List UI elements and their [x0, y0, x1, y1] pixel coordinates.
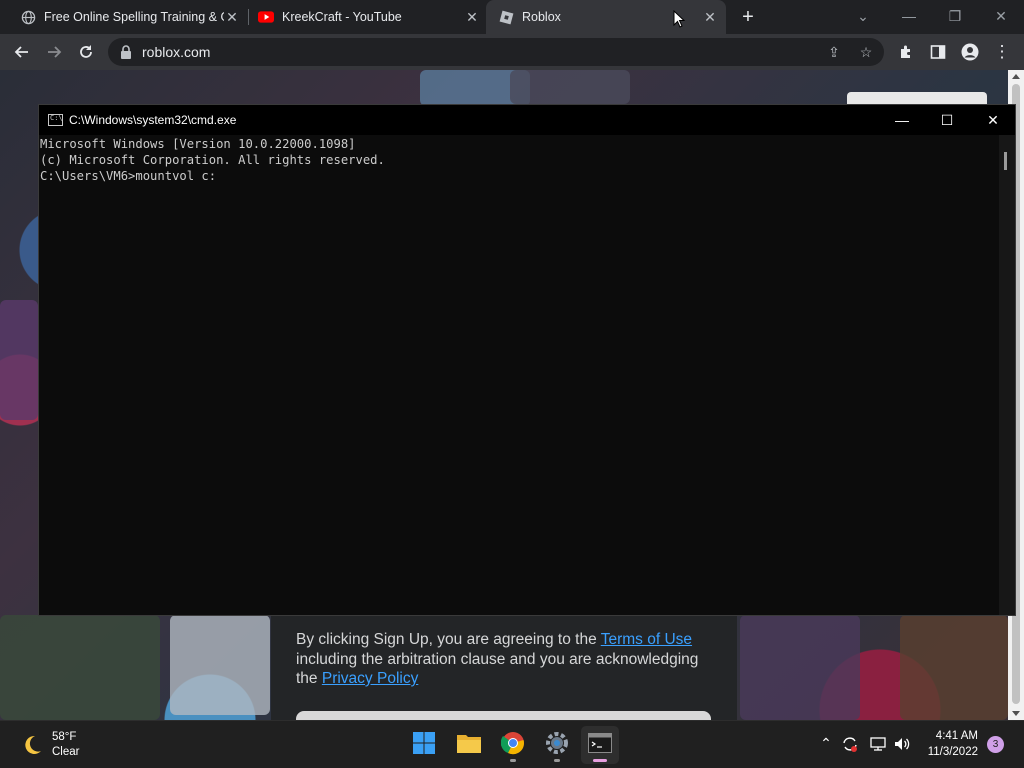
url-text: roblox.com	[142, 44, 211, 60]
moon-weather-icon[interactable]	[20, 733, 44, 757]
file-explorer-button[interactable]	[450, 726, 488, 764]
sync-icon[interactable]	[840, 735, 860, 755]
close-tab-icon[interactable]: ✕	[702, 9, 718, 26]
sign-up-button[interactable]	[296, 711, 711, 720]
browser-tab-strip: Free Online Spelling Training & G ✕ Kree…	[0, 0, 1024, 34]
new-tab-button[interactable]: +	[736, 5, 760, 29]
cmd-scrollbar[interactable]	[999, 135, 1015, 615]
mouse-cursor-icon	[673, 9, 686, 28]
notification-badge[interactable]: 3	[987, 736, 1004, 753]
minimize-icon[interactable]: —	[886, 2, 932, 30]
signup-panel: By clicking Sign Up, you are agreeing to…	[271, 615, 737, 720]
background-tile	[510, 70, 630, 104]
terms-of-use-link[interactable]: Terms of Use	[601, 631, 692, 648]
running-indicator	[554, 759, 560, 762]
globe-icon	[20, 9, 36, 25]
roblox-icon	[498, 9, 514, 25]
cmd-minimize-icon[interactable]: —	[879, 105, 925, 135]
folder-icon	[456, 732, 482, 759]
browser-toolbar: roblox.com ⇪ ☆ ⋮	[0, 34, 1024, 70]
youtube-icon	[258, 9, 274, 25]
terminal-taskbar-button[interactable]	[581, 726, 619, 764]
weather-condition[interactable]: Clear	[52, 746, 79, 758]
cmd-icon-text: C:\	[50, 114, 63, 122]
windows-logo-icon	[412, 731, 436, 760]
reload-icon[interactable]	[72, 38, 100, 66]
background-tile	[0, 615, 160, 720]
cmd-prompt-line[interactable]: C:\Users\VM6>mountvol c:	[40, 168, 999, 184]
clock-date[interactable]: 11/3/2022	[920, 746, 978, 758]
tab-roblox[interactable]: Roblox ✕	[486, 0, 726, 34]
close-window-icon[interactable]: ✕	[978, 2, 1024, 30]
privacy-policy-link[interactable]: Privacy Policy	[322, 670, 418, 687]
address-bar[interactable]: roblox.com ⇪ ☆	[108, 38, 884, 66]
menu-kebab-icon[interactable]: ⋮	[988, 38, 1016, 66]
side-panel-icon[interactable]	[924, 38, 952, 66]
weather-temperature[interactable]: 58°F	[52, 731, 76, 743]
cmd-maximize-icon[interactable]: ☐	[924, 105, 970, 135]
share-icon[interactable]: ⇪	[824, 42, 844, 62]
legal-text-prefix: By clicking Sign Up, you are agreeing to…	[296, 631, 601, 648]
scroll-down-arrow-icon[interactable]	[1012, 711, 1020, 716]
scroll-up-arrow-icon[interactable]	[1012, 74, 1020, 79]
cmd-line: (c) Microsoft Corporation. All rights re…	[40, 153, 385, 167]
cmd-title-bar[interactable]: C:\ C:\Windows\system32\cmd.exe — ☐ ✕	[39, 105, 1015, 135]
tab-title: Free Online Spelling Training & G	[44, 10, 224, 24]
cmd-scroll-thumb[interactable]	[1004, 152, 1007, 170]
background-tile	[170, 615, 270, 715]
chrome-taskbar-button[interactable]	[494, 726, 532, 764]
running-indicator	[510, 759, 516, 762]
cmd-window[interactable]: C:\ C:\Windows\system32\cmd.exe — ☐ ✕ Mi…	[38, 104, 1016, 616]
background-tile	[740, 615, 860, 720]
clock-time[interactable]: 4:41 AM	[924, 730, 978, 742]
background-tile	[900, 615, 1008, 720]
tab-spelling-training[interactable]: Free Online Spelling Training & G ✕	[0, 0, 248, 34]
back-icon[interactable]	[8, 38, 36, 66]
show-hidden-icons-chevron-icon[interactable]: ⌃	[816, 735, 836, 755]
windows-taskbar: 58°F Clear ⌃ 4:41 AM 11/3/2022 3	[0, 720, 1024, 768]
lock-icon	[120, 45, 132, 59]
close-tab-icon[interactable]: ✕	[464, 9, 480, 26]
volume-icon[interactable]	[892, 735, 912, 755]
profile-avatar-icon[interactable]	[956, 38, 984, 66]
bookmark-star-icon[interactable]: ☆	[856, 42, 876, 62]
chrome-icon	[500, 731, 525, 760]
tab-title: KreekCraft - YouTube	[282, 10, 402, 24]
tab-search-icon[interactable]: ⌄	[840, 2, 886, 30]
cmd-window-title: C:\Windows\system32\cmd.exe	[69, 113, 237, 127]
start-button[interactable]	[405, 726, 443, 764]
settings-taskbar-button[interactable]	[538, 726, 576, 764]
active-indicator	[593, 759, 607, 762]
restore-icon[interactable]: ❐	[932, 2, 978, 30]
cmd-app-icon: C:\	[48, 114, 63, 126]
network-icon[interactable]	[868, 735, 888, 755]
cmd-line: Microsoft Windows [Version 10.0.22000.10…	[40, 137, 356, 151]
extensions-icon[interactable]	[892, 38, 920, 66]
gear-icon	[545, 731, 569, 760]
terminal-icon	[588, 732, 612, 758]
forward-icon[interactable]	[40, 38, 68, 66]
background-tile	[0, 300, 38, 420]
cmd-close-icon[interactable]: ✕	[970, 105, 1016, 135]
cmd-output[interactable]: Microsoft Windows [Version 10.0.22000.10…	[39, 136, 999, 184]
signup-legal-text: By clicking Sign Up, you are agreeing to…	[296, 630, 716, 689]
tab-youtube[interactable]: KreekCraft - YouTube ✕	[238, 0, 488, 34]
